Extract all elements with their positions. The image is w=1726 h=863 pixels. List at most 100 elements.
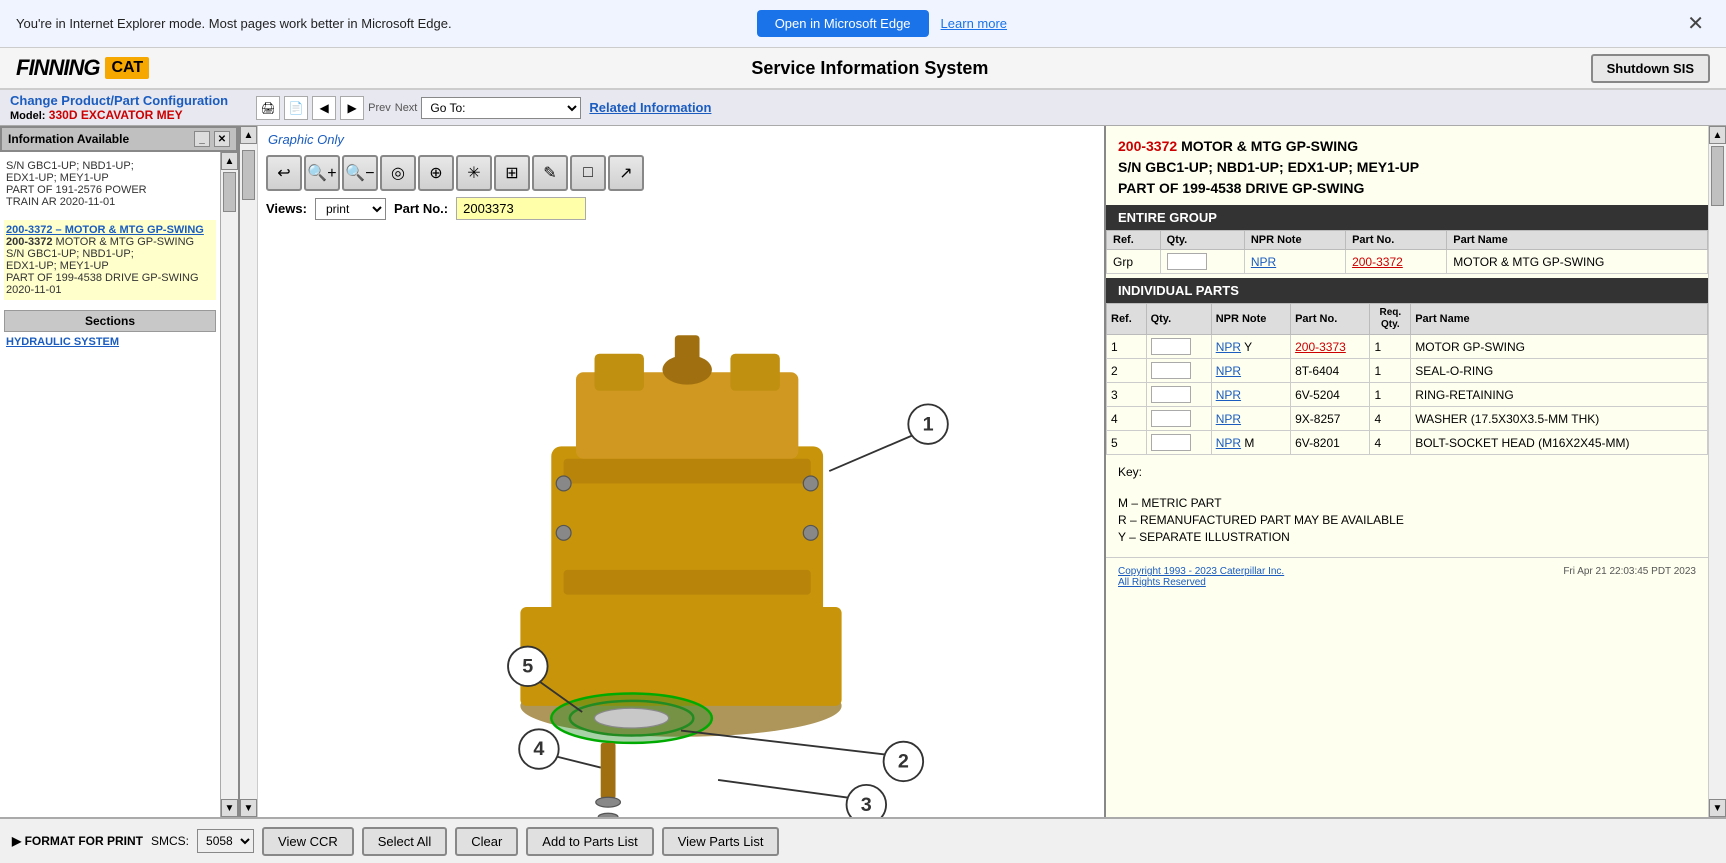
tool-cursor[interactable]: ↗: [608, 155, 644, 191]
svg-text:5: 5: [522, 655, 533, 677]
row4-ref: 4: [1107, 407, 1147, 431]
format-label: ▶ FORMAT FOR PRINT: [12, 834, 143, 848]
next-label: Next: [395, 102, 418, 114]
prev-button[interactable]: ◀: [312, 96, 336, 120]
center-scrollbar: ▲ ▼: [240, 126, 258, 817]
table-row: 1 NPR Y 200-3373 1 MOTOR GP-SWING: [1107, 335, 1708, 359]
row1-partname: MOTOR GP-SWING: [1411, 335, 1708, 359]
ie-banner-message: You're in Internet Explorer mode. Most p…: [16, 16, 745, 31]
tool-select[interactable]: □: [570, 155, 606, 191]
model-value: 330D EXCAVATOR MEY: [49, 108, 183, 122]
row4-partname: WASHER (17.5X30X3.5-MM THK): [1411, 407, 1708, 431]
row1-ref: 1: [1107, 335, 1147, 359]
row4-reqqty: 4: [1370, 407, 1411, 431]
row4-npr-link[interactable]: NPR: [1216, 412, 1241, 426]
table-row: 3 NPR 6V-5204 1 RING-RETAINING: [1107, 383, 1708, 407]
header: FINNING CAT Service Information System S…: [0, 48, 1726, 90]
row4-qty: [1146, 407, 1211, 431]
sidebar-scroll-down[interactable]: ▼: [221, 799, 238, 817]
row1-partno-link[interactable]: 200-3373: [1295, 340, 1346, 354]
grp-partno-link[interactable]: 200-3372: [1352, 255, 1403, 269]
print-icon[interactable]: 🖨: [256, 96, 280, 120]
copyright-link[interactable]: Copyright 1993 - 2023 Caterpillar Inc.Al…: [1118, 566, 1284, 588]
ind-col-qty: Qty.: [1146, 304, 1211, 335]
part-header-title: 200-3372 MOTOR & MTG GP-SWING S/N GBC1-U…: [1118, 136, 1696, 199]
center-scroll-track: [240, 144, 257, 799]
sidebar-part-link[interactable]: 200-3372 – MOTOR & MTG GP-SWING: [6, 224, 204, 236]
right-content: 200-3372 MOTOR & MTG GP-SWING S/N GBC1-U…: [1106, 126, 1726, 817]
row5-qty-input[interactable]: [1151, 434, 1191, 451]
shutdown-sis-button[interactable]: Shutdown SIS: [1591, 54, 1710, 83]
row4-qty-input[interactable]: [1151, 410, 1191, 427]
clear-button[interactable]: Clear: [455, 827, 518, 856]
sidebar-scroll-up[interactable]: ▲: [221, 152, 238, 170]
row3-qty-input[interactable]: [1151, 386, 1191, 403]
views-select[interactable]: print screen: [315, 198, 386, 220]
center-scroll-thumb[interactable]: [242, 150, 255, 200]
next-button[interactable]: ▶: [340, 96, 364, 120]
row2-npr: NPR: [1211, 359, 1290, 383]
cat-logo: CAT: [105, 57, 149, 79]
sidebar-scroll-track: [221, 170, 238, 799]
row2-npr-link[interactable]: NPR: [1216, 364, 1241, 378]
tool-back[interactable]: ↩: [266, 155, 302, 191]
main-layout: Information Available _ ✕ S/N GBC1-UP; N…: [0, 126, 1726, 817]
view-parts-list-button[interactable]: View Parts List: [662, 827, 780, 856]
tool-edit[interactable]: ✎: [532, 155, 568, 191]
sidebar-item-1: S/N GBC1-UP; NBD1-UP;EDX1-UP; MEY1-UPPAR…: [4, 156, 216, 212]
minimize-icon[interactable]: _: [194, 131, 210, 147]
tool-target[interactable]: ◎: [380, 155, 416, 191]
smcs-select[interactable]: 5058: [197, 829, 254, 853]
row3-ref: 3: [1107, 383, 1147, 407]
key-separate: Y – SEPARATE ILLUSTRATION: [1118, 530, 1696, 544]
grp-qty: [1160, 250, 1244, 274]
open-edge-button[interactable]: Open in Microsoft Edge: [757, 10, 929, 37]
graphic-label: Graphic Only: [258, 126, 1104, 153]
document-icon[interactable]: 📄: [284, 96, 308, 120]
learn-more-link[interactable]: Learn more: [941, 16, 1670, 31]
sidebar-active-item: 200-3372 – MOTOR & MTG GP-SWING 200-3372…: [4, 220, 216, 300]
row1-qty-input[interactable]: [1151, 338, 1191, 355]
right-scroll-thumb[interactable]: [1711, 146, 1724, 206]
part-sn-line: S/N GBC1-UP; NBD1-UP; EDX1-UP; MEY1-UP: [1118, 159, 1419, 175]
row1-npr-link[interactable]: NPR: [1216, 340, 1241, 354]
row3-npr-link[interactable]: NPR: [1216, 388, 1241, 402]
tool-zoom-out[interactable]: 🔍−: [342, 155, 378, 191]
entire-group-table: Ref. Qty. NPR Note Part No. Part Name Gr…: [1106, 230, 1708, 274]
table-row: Grp NPR 200-3372 MOTOR & MTG GP-SWING: [1107, 250, 1708, 274]
parts-diagram: 1 2 3 4: [258, 224, 1104, 817]
tool-zoom-in[interactable]: 🔍+: [304, 155, 340, 191]
hydraulic-system-link[interactable]: HYDRAULIC SYSTEM: [6, 336, 119, 348]
views-label: Views:: [266, 201, 307, 216]
add-to-parts-button[interactable]: Add to Parts List: [526, 827, 653, 856]
select-all-button[interactable]: Select All: [362, 827, 447, 856]
right-scroll-track: [1709, 144, 1726, 799]
partno-input[interactable]: [456, 197, 586, 220]
col-qty: Qty.: [1160, 231, 1244, 250]
svg-text:1: 1: [923, 413, 934, 435]
ie-banner-close-button[interactable]: ✕: [1681, 9, 1710, 38]
close-icon[interactable]: ✕: [214, 131, 230, 147]
ind-col-ref: Ref.: [1107, 304, 1147, 335]
right-scroll-up[interactable]: ▲: [1709, 126, 1726, 144]
center-layout: ▲ ▼ Graphic Only ↩ 🔍+ 🔍− ◎ ⊕ ✳ ⊞ ✎ □: [240, 126, 1104, 817]
tool-grid[interactable]: ⊞: [494, 155, 530, 191]
grp-partno: 200-3372: [1346, 250, 1447, 274]
model-info: Model: 330D EXCAVATOR MEY: [10, 108, 228, 122]
sidebar-scroll-thumb[interactable]: [223, 172, 236, 212]
tool-zoom-area[interactable]: ⊕: [418, 155, 454, 191]
right-scroll-down[interactable]: ▼: [1709, 799, 1726, 817]
individual-parts-table: Ref. Qty. NPR Note Part No. Req.Qty. Par…: [1106, 303, 1708, 455]
svg-text:3: 3: [861, 794, 872, 816]
goto-select[interactable]: Go To:: [421, 97, 581, 119]
row5-npr-link[interactable]: NPR: [1216, 436, 1241, 450]
grp-npr-link[interactable]: NPR: [1251, 255, 1276, 269]
center-scroll-down[interactable]: ▼: [240, 799, 257, 817]
row2-qty-input[interactable]: [1151, 362, 1191, 379]
table-row: 2 NPR 8T-6404 1 SEAL-O-RING: [1107, 359, 1708, 383]
view-ccr-button[interactable]: View CCR: [262, 827, 354, 856]
related-info-link[interactable]: Related Information: [589, 100, 711, 115]
tool-expand[interactable]: ✳: [456, 155, 492, 191]
grp-qty-input[interactable]: [1167, 253, 1207, 270]
center-scroll-up[interactable]: ▲: [240, 126, 257, 144]
